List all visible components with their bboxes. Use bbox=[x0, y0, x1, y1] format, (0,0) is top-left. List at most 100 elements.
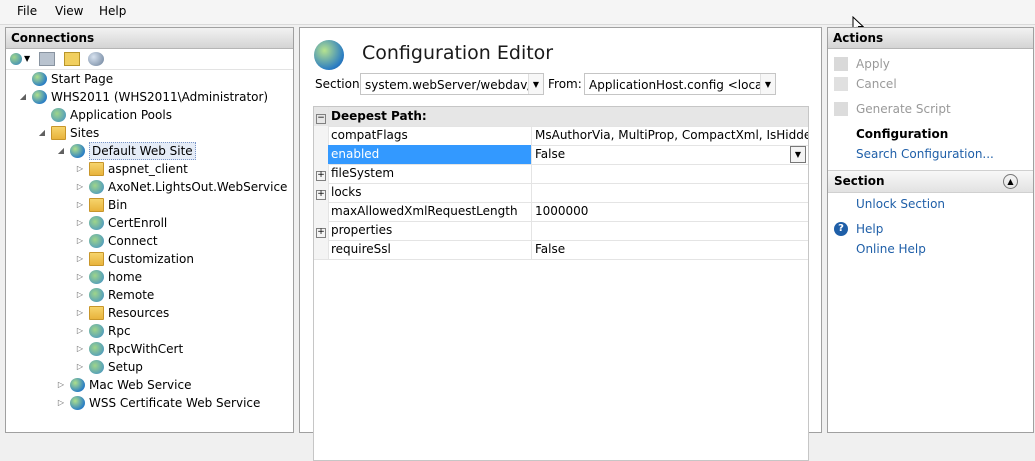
page-title: Configuration Editor bbox=[362, 42, 554, 64]
tree-expand-arrow-icon[interactable]: ▷ bbox=[75, 214, 85, 232]
tree-collapse-arrow-icon[interactable]: ◢ bbox=[56, 142, 66, 160]
tree-collapse-arrow-icon[interactable]: ◢ bbox=[18, 88, 28, 106]
tree-expand-arrow-icon[interactable]: ▷ bbox=[56, 394, 66, 412]
generate-script-icon bbox=[834, 102, 848, 116]
from-combo-value: ApplicationHost.config <locat bbox=[589, 78, 768, 92]
column-separator bbox=[531, 164, 532, 183]
expand-property-icon[interactable]: + bbox=[314, 183, 329, 202]
app-pools-icon bbox=[51, 108, 66, 122]
deepest-path-group-header[interactable]: − Deepest Path: bbox=[314, 107, 808, 127]
tree-expand-arrow-icon[interactable]: ▷ bbox=[75, 304, 85, 322]
section-collapse-icon[interactable]: ▲ bbox=[1003, 174, 1018, 189]
property-name: requireSsl bbox=[331, 242, 391, 256]
tree-collapse-arrow-icon[interactable]: ◢ bbox=[37, 124, 47, 142]
configuration-editor-globe-icon bbox=[314, 40, 344, 70]
cancel-label: Cancel bbox=[856, 77, 897, 91]
tree-expand-arrow-icon[interactable]: ▷ bbox=[75, 322, 85, 340]
expand-property-icon[interactable]: + bbox=[314, 221, 329, 240]
tree-expand-arrow-icon[interactable]: ▷ bbox=[75, 358, 85, 376]
tree-node-label: CertEnroll bbox=[108, 216, 168, 230]
apply-action[interactable]: Apply bbox=[828, 55, 1033, 73]
section-combo-value: system.webServer/webdav/aut bbox=[365, 78, 544, 92]
tree-node-label: Start Page bbox=[51, 72, 114, 86]
connect-globe-icon[interactable] bbox=[10, 53, 22, 65]
folder-icon bbox=[89, 306, 104, 320]
search-configuration-link[interactable]: Search Configuration... bbox=[828, 145, 1033, 163]
from-label: From: bbox=[548, 77, 582, 91]
help-link[interactable]: ? Help bbox=[828, 220, 1033, 238]
from-combo[interactable]: ApplicationHost.config <locat ▼ bbox=[584, 73, 776, 95]
column-separator bbox=[531, 202, 532, 221]
sites-icon bbox=[51, 126, 66, 140]
property-row[interactable]: + fileSystem bbox=[314, 164, 808, 184]
unlock-section-link[interactable]: Unlock Section bbox=[828, 195, 1033, 213]
menu-help[interactable]: Help bbox=[99, 4, 126, 18]
from-combo-arrow-icon[interactable]: ▼ bbox=[760, 74, 775, 94]
tree-expand-arrow-icon[interactable]: ▷ bbox=[75, 250, 85, 268]
property-value: False bbox=[535, 242, 566, 256]
property-gutter bbox=[314, 240, 329, 259]
property-value: MsAuthorVia, MultiProp, CompactXml, IsHi… bbox=[535, 128, 808, 142]
section-combo[interactable]: system.webServer/webdav/aut ▼ bbox=[360, 73, 544, 95]
property-gutter bbox=[314, 145, 329, 164]
expand-property-icon[interactable]: + bbox=[314, 164, 329, 183]
tree-node-label: Mac Web Service bbox=[89, 378, 192, 392]
application-icon bbox=[89, 288, 104, 302]
application-icon bbox=[89, 324, 104, 338]
property-name: locks bbox=[331, 185, 362, 199]
property-name: enabled bbox=[328, 145, 531, 164]
disconnect-icon[interactable] bbox=[88, 52, 104, 66]
value-dropdown-arrow-icon[interactable]: ▼ bbox=[790, 146, 806, 163]
tree-node-label: aspnet_client bbox=[108, 162, 188, 176]
menu-view[interactable]: View bbox=[55, 4, 83, 18]
connect-dropdown-icon[interactable]: ▼ bbox=[24, 52, 40, 66]
configuration-editor-pane: Configuration Editor Section: system.web… bbox=[299, 27, 822, 461]
tree-expand-arrow-icon[interactable]: ▷ bbox=[75, 286, 85, 304]
property-name: properties bbox=[331, 223, 393, 237]
column-separator bbox=[531, 240, 532, 259]
column-separator bbox=[531, 126, 532, 145]
tree-node-label: Remote bbox=[108, 288, 155, 302]
connections-toolbar: ▼ bbox=[6, 49, 293, 70]
tree-expand-arrow-icon[interactable]: ▷ bbox=[75, 268, 85, 286]
tree-expand-arrow-icon[interactable]: ▷ bbox=[75, 178, 85, 196]
website-globe-icon bbox=[70, 144, 85, 158]
section-combo-arrow-icon[interactable]: ▼ bbox=[528, 74, 543, 94]
property-gutter bbox=[314, 126, 329, 145]
tree-node-label: Customization bbox=[108, 252, 194, 266]
tree-node-label: Application Pools bbox=[70, 108, 172, 122]
website-globe-icon bbox=[70, 378, 85, 392]
tree-expand-arrow-icon[interactable]: ▷ bbox=[75, 340, 85, 358]
property-row[interactable]: enabled False ▼ bbox=[314, 145, 808, 165]
tree-node-label: WHS2011 (WHS2011\Administrator) bbox=[51, 90, 269, 104]
up-level-icon[interactable] bbox=[64, 52, 80, 66]
property-row[interactable]: + locks bbox=[314, 183, 808, 203]
property-row[interactable]: maxAllowedXmlRequestLength 1000000 bbox=[314, 202, 808, 222]
tree-node-label: Setup bbox=[108, 360, 143, 374]
cancel-action[interactable]: Cancel bbox=[828, 75, 1033, 93]
column-separator bbox=[531, 145, 532, 164]
collapse-group-icon[interactable]: − bbox=[314, 107, 329, 126]
apply-label: Apply bbox=[856, 57, 890, 71]
tree-expand-arrow-icon[interactable]: ▷ bbox=[75, 196, 85, 214]
property-row[interactable]: requireSsl False bbox=[314, 240, 808, 260]
deepest-path-label: Deepest Path: bbox=[331, 109, 427, 123]
online-help-link[interactable]: Online Help bbox=[828, 240, 1033, 258]
tree-expand-arrow-icon[interactable]: ▷ bbox=[75, 160, 85, 178]
configuration-heading: Configuration bbox=[856, 127, 949, 141]
property-row[interactable]: compatFlags MsAuthorVia, MultiProp, Compa… bbox=[314, 126, 808, 146]
folder-icon bbox=[89, 252, 104, 266]
folder-icon bbox=[89, 198, 104, 212]
property-row[interactable]: + properties bbox=[314, 221, 808, 241]
application-icon bbox=[89, 234, 104, 248]
website-globe-icon bbox=[70, 396, 85, 410]
menu-file[interactable]: File bbox=[17, 4, 37, 18]
save-icon[interactable] bbox=[39, 52, 55, 66]
generate-script-action[interactable]: Generate Script bbox=[828, 100, 1033, 118]
server-icon bbox=[32, 90, 47, 104]
property-value[interactable]: False bbox=[535, 145, 808, 164]
application-icon bbox=[89, 216, 104, 230]
tree-node-label: Connect bbox=[108, 234, 158, 248]
tree-expand-arrow-icon[interactable]: ▷ bbox=[75, 232, 85, 250]
tree-expand-arrow-icon[interactable]: ▷ bbox=[56, 376, 66, 394]
